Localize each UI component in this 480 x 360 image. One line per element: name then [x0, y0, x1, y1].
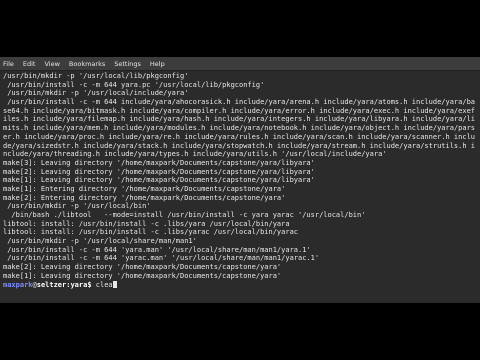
terminal-line: /usr/bin/mkdir -p '/usr/local/share/man/… — [3, 237, 197, 246]
menu-bookmarks[interactable]: Bookmarks — [69, 57, 105, 71]
terminal-line: /usr/bin/install -c -m 644 'yara.man' '/… — [3, 245, 311, 254]
video-frame: File Edit View Bookmarks Settings Help /… — [0, 0, 480, 360]
menu-bar: File Edit View Bookmarks Settings Help — [0, 57, 480, 71]
terminal-line: /usr/bin/install -c -m 644 include/yara/… — [3, 98, 476, 107]
menu-help[interactable]: Help — [150, 57, 165, 71]
terminal-output[interactable]: /usr/bin/mkdir -p '/usr/local/lib/pkgcon… — [0, 72, 480, 303]
terminal-line: /usr/bin/install -c -m 644 'yarac.man' '… — [3, 254, 320, 263]
terminal-line: make[3]: Leaving directory '/home/maxpar… — [3, 158, 315, 167]
terminal-line: make[1]: Leaving directory '/home/maxpar… — [3, 271, 282, 280]
terminal-line: make[1]: Leaving directory '/home/maxpar… — [3, 176, 315, 185]
terminal-line: se64.h include/yara/bitmask.h include/ya… — [3, 106, 476, 115]
menu-view[interactable]: View — [44, 57, 59, 71]
terminal-line: make[2]: Entering directory '/home/maxpa… — [3, 193, 286, 202]
terminal-line: /usr/bin/mkdir -p '/usr/local/lib/pkgcon… — [3, 72, 189, 80]
terminal-line: libtool: install: /usr/bin/install -c .l… — [3, 228, 299, 237]
terminal-window: File Edit View Bookmarks Settings Help /… — [0, 57, 480, 303]
terminal-line: make[2]: Leaving directory '/home/maxpar… — [3, 167, 315, 176]
terminal-line: /usr/bin/mkdir -p '/usr/local/include/ya… — [3, 89, 189, 98]
prompt-command-input: clea — [91, 280, 113, 289]
prompt-username: maxpark — [3, 280, 33, 289]
menu-settings[interactable]: Settings — [114, 57, 141, 71]
shell-prompt[interactable]: maxpark@seltzer:yara$ clea — [3, 280, 480, 290]
terminal-line: nclude/yara/threading.h include/yara/typ… — [3, 150, 387, 159]
terminal-line: /bin/bash ./libtool --mode=install /usr/… — [3, 211, 366, 219]
terminal-line: mits.h include/yara/mem.h include/yara/m… — [3, 124, 476, 133]
terminal-line: libtool: install: /usr/bin/install -c .l… — [3, 219, 290, 228]
terminal-line: make[1]: Entering directory '/home/maxpa… — [3, 184, 286, 193]
menu-edit[interactable]: Edit — [23, 57, 36, 71]
terminal-line: /usr/bin/mkdir -p '/usr/local/bin' — [3, 202, 151, 211]
terminal-line: /usr/bin/install -c -m 644 yara.pc '/usr… — [3, 80, 265, 89]
terminal-line: er.h include/yara/proc.h include/yara/re… — [3, 132, 476, 141]
terminal-line: iles.h include/yara/filemap.h include/ya… — [3, 115, 476, 124]
terminal-line: de/yara/sizedstr.h include/yara/stack.h … — [3, 141, 476, 150]
terminal-line: make[2]: Leaving directory '/home/maxpar… — [3, 263, 282, 272]
text-cursor — [112, 280, 117, 288]
prompt-hostname: seltzer — [36, 280, 67, 289]
prompt-directory: :yara$ — [66, 280, 92, 289]
menu-file[interactable]: File — [3, 57, 14, 71]
